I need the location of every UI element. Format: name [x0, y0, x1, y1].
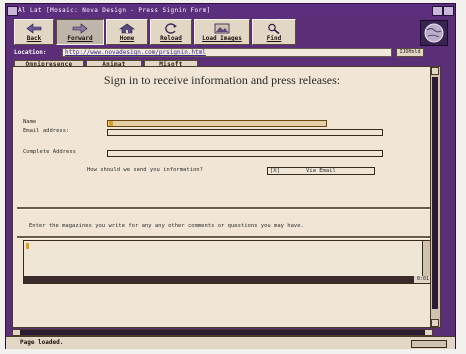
- home-button[interactable]: Home: [106, 19, 148, 45]
- reload-button[interactable]: Reload: [150, 19, 192, 45]
- text-cursor: [26, 243, 29, 249]
- mosaic-globe-logo: [420, 20, 448, 46]
- back-label: Back: [26, 35, 42, 42]
- email-field[interactable]: [107, 129, 383, 136]
- url-field[interactable]: http://www.novadesign.com/prsignin.html: [62, 48, 392, 57]
- send-method-marker: [X]: [270, 168, 280, 174]
- back-arrow-icon: [26, 23, 42, 34]
- hold-button[interactable]: IJDHold: [396, 48, 424, 57]
- back-button[interactable]: Back: [14, 19, 54, 45]
- textarea-horizontal-scrollbar[interactable]: [24, 276, 416, 283]
- find-icon: [268, 23, 280, 34]
- minimize-button[interactable]: [432, 6, 443, 16]
- home-label: Home: [119, 35, 135, 42]
- load-images-button[interactable]: Load Images: [194, 19, 250, 45]
- progress-indicator: [411, 340, 447, 348]
- scroll-left-arrow-icon[interactable]: [13, 330, 20, 335]
- address-field[interactable]: [107, 150, 383, 157]
- location-bar: Location: http://www.novadesign.com/prsi…: [14, 48, 424, 58]
- load-images-icon: [214, 23, 230, 34]
- title-bar: Al Lat [Mosaic: Nova Design - Press Sign…: [6, 4, 455, 17]
- comments-textarea[interactable]: 0:01: [23, 240, 433, 284]
- reload-label: Reload: [160, 35, 182, 42]
- send-method-select[interactable]: [X] Via Email: [267, 167, 375, 175]
- scroll-thumb[interactable]: [432, 77, 438, 309]
- find-label: Find: [266, 35, 282, 42]
- magazines-prompt: Enter the magazines you write for any an…: [29, 223, 304, 229]
- page-vertical-scrollbar[interactable]: [430, 67, 440, 327]
- location-label: Location:: [14, 49, 47, 56]
- scroll-up-arrow-icon[interactable]: [431, 67, 439, 75]
- forward-arrow-icon: [72, 23, 88, 34]
- divider: [17, 236, 431, 239]
- page-title: Sign in to receive information and press…: [103, 73, 341, 87]
- email-label: Email address:: [23, 128, 70, 134]
- divider: [17, 207, 431, 210]
- name-label: Name: [23, 119, 37, 125]
- toolbar: Back Forward Home Reload Load Images Fin…: [14, 19, 424, 46]
- send-method-value: Via Email: [306, 168, 336, 174]
- window-title: Al Lat [Mosaic: Nova Design - Press Sign…: [18, 7, 211, 14]
- name-field[interactable]: [107, 120, 327, 127]
- load-images-label: Load Images: [202, 35, 242, 42]
- status-text: Page loaded.: [20, 339, 64, 346]
- maximize-button[interactable]: [443, 6, 454, 16]
- send-method-question: How should we send you information?: [87, 167, 203, 173]
- find-button[interactable]: Find: [252, 19, 296, 45]
- page-content: Sign in to receive information and press…: [12, 66, 441, 328]
- home-icon: [119, 23, 135, 34]
- scroll-down-arrow-icon[interactable]: [431, 319, 439, 327]
- window-menu-button[interactable]: [7, 6, 18, 16]
- page-horizontal-scrollbar[interactable]: [12, 329, 433, 336]
- forward-label: Forward: [67, 35, 93, 42]
- address-label: Complete Address: [23, 149, 76, 155]
- scroll-right-arrow-icon[interactable]: [425, 330, 432, 335]
- forward-button[interactable]: Forward: [56, 19, 104, 45]
- globe-icon: [424, 23, 444, 43]
- status-bar: Page loaded.: [6, 336, 455, 349]
- reload-icon: [165, 23, 177, 34]
